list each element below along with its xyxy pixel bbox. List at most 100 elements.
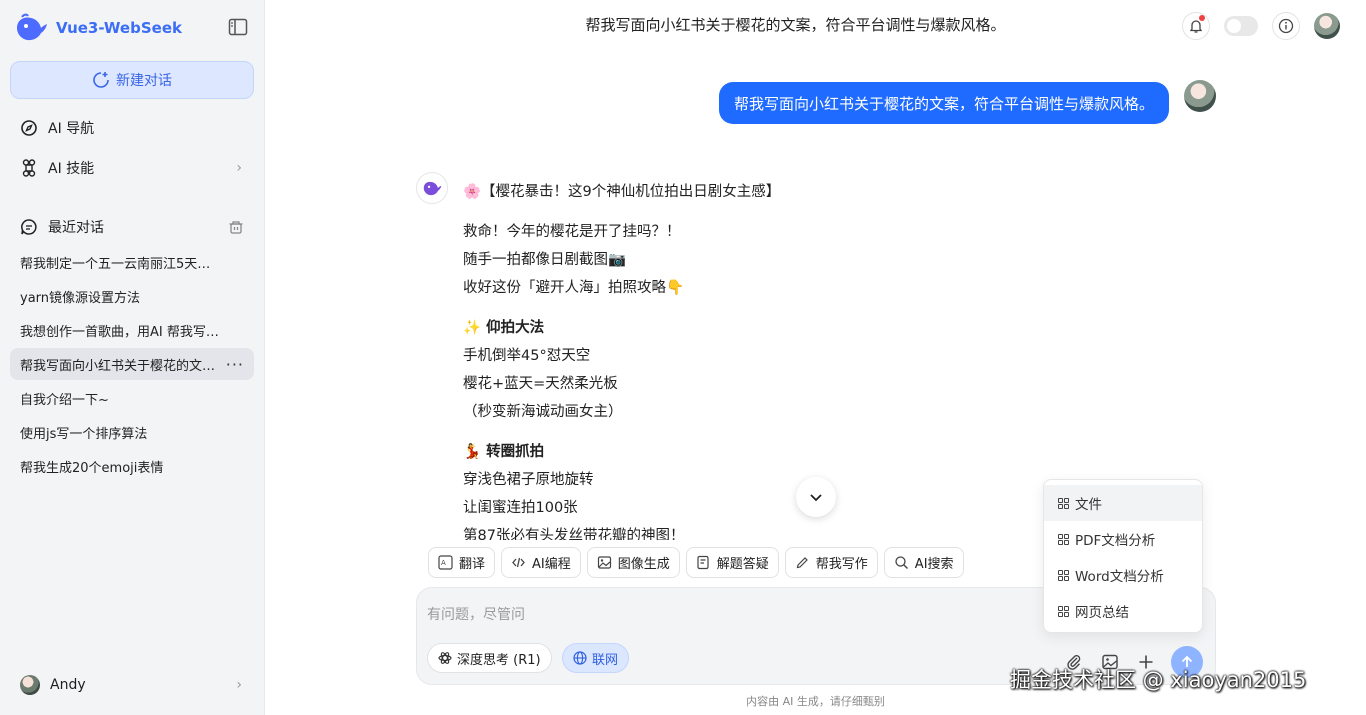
chip-label: AI搜索 (914, 557, 954, 572)
answer-title: 🌸【樱花暴击！这9个神仙机位拍出日剧女主感】 (463, 184, 781, 200)
upload-menu: 文件 PDF文档分析 Word文档分析 网页总结 (1043, 479, 1203, 633)
menu-item-pdf[interactable]: PDF文档分析 (1044, 521, 1202, 557)
history-item[interactable]: 帮我生成20个emoji表情 (10, 450, 254, 482)
nav-label: AI 导航 (48, 121, 95, 137)
history-item[interactable]: yarn镜像源设置方法 (10, 280, 254, 312)
nav-ai-navigation[interactable]: AI 导航 (10, 110, 254, 146)
new-chat-label: 新建对话 (116, 73, 172, 89)
history-item-active[interactable]: 帮我写面向小红书关于樱花的文案，符合平台调性与爆款风格。 ··· (10, 348, 254, 380)
more-options-icon[interactable]: ··· (226, 355, 244, 374)
nav-label: AI 技能 (48, 161, 95, 177)
avatar (20, 675, 40, 695)
chevron-right-icon: › (236, 160, 242, 176)
user-name: Andy (50, 677, 86, 693)
answer-heading: 💃 转圈抓拍 (463, 444, 545, 460)
sidebar: Vue3-WebSeek 新建对话 AI 导航 AI 技能 › 最近对话 帮我制… (0, 0, 265, 715)
answer-line: 手机倒举45°怼天空 (463, 348, 591, 364)
theme-toggle[interactable] (1224, 16, 1258, 36)
sidebar-toggle-icon[interactable] (228, 18, 248, 36)
answer-line: 收好这份「避开人海」拍照攻略👇 (463, 280, 685, 296)
chip-label: 解题答疑 (716, 557, 769, 572)
menu-item-label: Word文档分析 (1075, 569, 1164, 585)
clear-history-icon[interactable] (228, 219, 244, 235)
grid-icon (1058, 497, 1069, 509)
quick-actions: A 翻译 AI编程 图像生成 解题答疑 帮我写作 AI搜索 (428, 547, 964, 578)
history-item[interactable]: 我想创作一首歌曲，用AI 帮我写歌词 (10, 314, 254, 346)
web-search-label: 联网 (592, 652, 619, 668)
whale-logo-icon (17, 13, 47, 41)
notification-dot (1199, 15, 1205, 21)
avatar[interactable] (1314, 13, 1340, 39)
history-title: 使用js写一个排序算法 (20, 426, 148, 442)
search-icon (895, 556, 908, 569)
whale-logo-icon (423, 181, 442, 196)
recent-header: 最近对话 (10, 210, 254, 244)
disclaimer: 内容由 AI 生成，请仔细甄别 (746, 695, 885, 708)
header-actions (1182, 12, 1340, 40)
translate-chip[interactable]: A 翻译 (428, 547, 496, 578)
ai-search-chip[interactable]: AI搜索 (883, 547, 964, 578)
globe-icon (573, 651, 587, 665)
compass-icon (21, 120, 37, 136)
notification-button[interactable] (1182, 12, 1210, 40)
solve-chip[interactable]: 解题答疑 (685, 547, 779, 578)
user-message: 帮我写面向小红书关于樱花的文案，符合平台调性与爆款风格。 (719, 82, 1169, 124)
watermark: 掘金技术社区 @ xiaoyan2015 (1010, 668, 1307, 692)
history-item[interactable]: 帮我制定一个五一云南丽江5天旅游计划 (10, 246, 254, 278)
new-chat-button[interactable]: 新建对话 (10, 61, 254, 99)
document-icon (697, 555, 709, 570)
image-gen-chip[interactable]: 图像生成 (586, 547, 680, 578)
writing-chip[interactable]: 帮我写作 (784, 547, 878, 578)
web-search-toggle[interactable]: 联网 (562, 643, 630, 673)
history-item[interactable]: 自我介绍一下~ (10, 382, 254, 414)
recent-label: 最近对话 (48, 220, 104, 236)
answer-line: 樱花+蓝天=天然柔光板 (463, 376, 618, 392)
history-list: 帮我制定一个五一云南丽江5天旅游计划 yarn镜像源设置方法 我想创作一首歌曲，… (10, 246, 254, 484)
avatar (1184, 80, 1216, 112)
chip-label: 帮我写作 (815, 557, 868, 572)
new-chat-icon (93, 72, 109, 88)
menu-item-word[interactable]: Word文档分析 (1044, 557, 1202, 593)
assistant-avatar (416, 172, 448, 204)
history-title: yarn镜像源设置方法 (20, 290, 141, 306)
history-title: 自我介绍一下~ (20, 392, 109, 408)
menu-item-label: 文件 (1075, 497, 1102, 513)
pen-icon (796, 557, 808, 569)
history-title: 我想创作一首歌曲，用AI 帮我写歌词 (20, 324, 220, 340)
scroll-to-bottom-button[interactable] (796, 477, 836, 517)
history-item[interactable]: 使用js写一个排序算法 (10, 416, 254, 448)
chip-label: 翻译 (459, 557, 486, 572)
image-icon (597, 556, 611, 569)
deep-think-label: 深度思考 (R1) (457, 652, 541, 668)
history-title: 帮我制定一个五一云南丽江5天旅游计划 (20, 256, 220, 272)
info-button[interactable] (1272, 12, 1300, 40)
assistant-answer: 🌸【樱花暴击！这9个神仙机位拍出日剧女主感】 救命！今年的樱花是开了挂吗？！ 随… (463, 178, 1023, 540)
grid-icon (1058, 605, 1069, 617)
nav-ai-skills[interactable]: AI 技能 › (10, 150, 254, 186)
chevron-right-icon: › (236, 677, 242, 693)
history-title: 帮我生成20个emoji表情 (20, 460, 164, 476)
info-icon (1278, 18, 1294, 34)
answer-line: 随手一拍都像日剧截图📷 (463, 252, 627, 268)
menu-item-label: PDF文档分析 (1075, 533, 1156, 549)
answer-line: 救命！今年的樱花是开了挂吗？！ (463, 224, 681, 240)
deep-think-toggle[interactable]: 深度思考 (R1) (427, 643, 552, 673)
chip-label: AI编程 (532, 557, 571, 572)
ai-coding-chip[interactable]: AI编程 (501, 547, 581, 578)
user-menu[interactable]: Andy › (10, 668, 254, 702)
atom-icon (438, 652, 452, 664)
menu-item-web-summary[interactable]: 网页总结 (1044, 593, 1202, 629)
code-icon (512, 557, 525, 568)
grid-icon (1058, 533, 1069, 545)
app-logo[interactable]: Vue3-WebSeek (14, 12, 182, 44)
history-title: 帮我写面向小红书关于樱花的文案，符合平台调性与爆款风格。 (20, 358, 220, 374)
translate-icon: A (438, 555, 453, 570)
chat-input[interactable]: 有问题，尽管问 (427, 604, 525, 624)
menu-item-label: 网页总结 (1075, 605, 1129, 621)
menu-item-file[interactable]: 文件 (1044, 485, 1202, 521)
chat-bubble-icon (21, 219, 37, 235)
answer-line: （秒变新海诚动画女主） (463, 404, 623, 420)
app-title: Vue3-WebSeek (56, 19, 182, 37)
svg-text:A: A (441, 559, 446, 567)
command-icon (22, 159, 36, 177)
